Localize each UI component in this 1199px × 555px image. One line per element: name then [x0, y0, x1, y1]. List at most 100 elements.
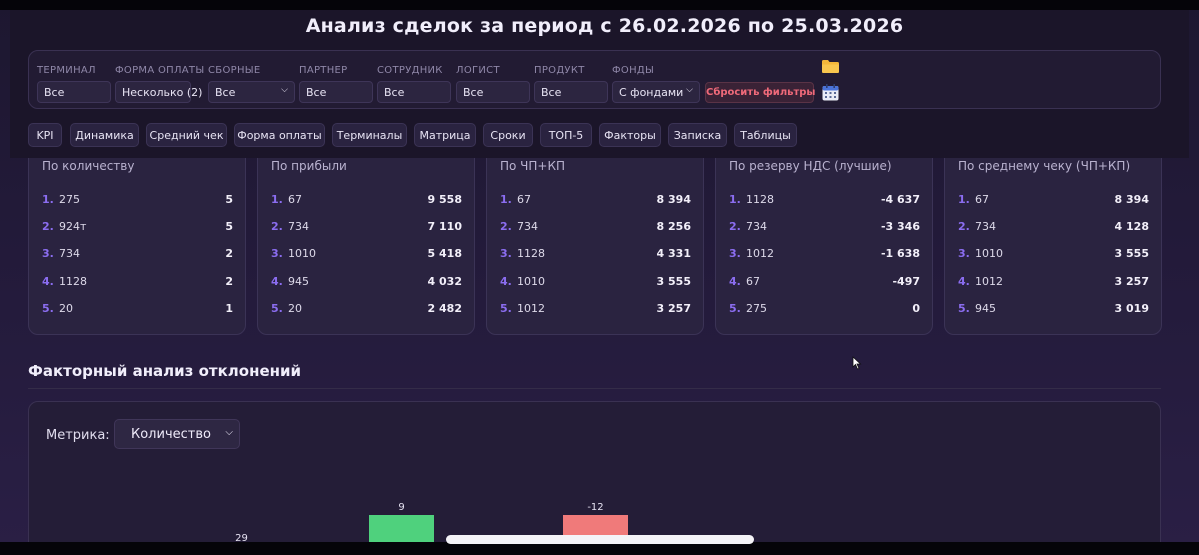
item-name: 1012: [517, 302, 545, 315]
calendar-icon[interactable]: [822, 84, 839, 101]
list-item: 4. 1010 3 555: [500, 275, 691, 289]
tab-average-check[interactable]: Средний чек: [146, 123, 227, 147]
select-value: С фондами: [619, 86, 684, 99]
item-value: -1 638: [880, 247, 920, 260]
item-name: 1128: [517, 247, 545, 260]
payment-form-input[interactable]: Несколько (2): [115, 81, 202, 103]
list-item: 2. 734 7 110: [271, 220, 462, 234]
list-item: 4. 1128 2: [42, 275, 233, 289]
filter-grouped: СБОРНЫЕ Все ⌵: [208, 65, 295, 103]
item-value: 3 019: [1114, 302, 1149, 315]
rank: 2.: [729, 220, 741, 233]
tab-dynamics[interactable]: Динамика: [70, 123, 139, 147]
tab-top5[interactable]: ТОП-5: [540, 123, 592, 147]
list-item: 4. 945 4 032: [271, 275, 462, 289]
item-value: 4 331: [656, 247, 691, 260]
rank: 3.: [958, 247, 970, 260]
folder-icon[interactable]: [822, 60, 839, 73]
rank: 5.: [729, 302, 741, 315]
item-value: 3 257: [1114, 275, 1149, 288]
item-name: 67: [746, 275, 760, 288]
filter-funds: ФОНДЫ С фондами ⌵: [612, 65, 700, 103]
list-item: 2. 924т 5: [42, 220, 233, 234]
item-value: -4 637: [880, 193, 920, 206]
item-name: 67: [517, 193, 531, 206]
item-value: 2 482: [427, 302, 462, 315]
item-value: 3 555: [656, 275, 691, 288]
tab-kpi[interactable]: KPI: [28, 123, 62, 147]
grouped-select[interactable]: Все ⌵: [208, 81, 295, 103]
list-item: 1. 1128 -4 637: [729, 193, 920, 207]
mouse-cursor-icon: [852, 356, 862, 370]
item-value: -3 346: [880, 220, 920, 233]
rank: 2.: [42, 220, 54, 233]
list-item: 3. 1012 -1 638: [729, 247, 920, 261]
filter-label: ЛОГИСТ: [456, 65, 500, 76]
rank: 3.: [500, 247, 512, 260]
chart-data-label: 9: [398, 502, 404, 513]
list-item: 3. 1010 5 418: [271, 247, 462, 261]
item-name: 20: [59, 302, 73, 315]
filter-label: ФОНДЫ: [612, 65, 655, 76]
top-black-bar: [0, 0, 1199, 10]
top-card-profit: По прибыли 1. 67 9 558 2. 734 7 110 3. 1010 5 …: [257, 140, 475, 335]
list-item: 4. 67 -497: [729, 275, 920, 289]
item-name: 1128: [746, 193, 774, 206]
list-item: 5. 20 1: [42, 302, 233, 316]
item-name: 734: [288, 220, 309, 233]
employee-input[interactable]: Все: [377, 81, 451, 103]
filter-label: ПАРТНЕР: [299, 65, 348, 76]
item-value: 3 257: [656, 302, 691, 315]
tab-note[interactable]: Записка: [668, 123, 727, 147]
product-input[interactable]: Все: [534, 81, 608, 103]
rank: 4.: [958, 275, 970, 288]
filter-label: ФОРМА ОПЛАТЫ: [115, 65, 205, 76]
funds-select[interactable]: С фондами ⌵: [612, 81, 700, 103]
filter-logist: ЛОГИСТ Все: [456, 65, 530, 103]
terminal-input[interactable]: Все: [37, 81, 111, 103]
item-name: 734: [975, 220, 996, 233]
item-name: 1010: [517, 275, 545, 288]
filter-terminal: ТЕРМИНАЛ Все: [37, 65, 111, 103]
list-item: 5. 20 2 482: [271, 302, 462, 316]
item-value: 4 128: [1114, 220, 1149, 233]
filter-product: ПРОДУКТ Все: [534, 65, 608, 103]
select-value: Все: [215, 86, 236, 99]
page-title: Анализ сделок за период с 26.02.2026 по …: [305, 15, 904, 37]
item-name: 1010: [975, 247, 1003, 260]
logist-input[interactable]: Все: [456, 81, 530, 103]
tab-terminals[interactable]: Терминалы: [332, 123, 407, 147]
item-name: 734: [746, 220, 767, 233]
tab-payment-form[interactable]: Форма оплаты: [234, 123, 325, 147]
item-value: 7 110: [427, 220, 462, 233]
item-value: 8 394: [1114, 193, 1149, 206]
rank: 1.: [500, 193, 512, 206]
divider: [28, 388, 1161, 389]
reset-filters-button[interactable]: Сбросить фильтры: [705, 82, 815, 103]
item-name: 734: [59, 247, 80, 260]
item-value: 4 032: [427, 275, 462, 288]
rank: 5.: [958, 302, 970, 315]
partner-input[interactable]: Все: [299, 81, 373, 103]
top-card-quantity: По количеству 1. 275 5 2. 924т 5 3. 734 2 4. 11…: [28, 140, 246, 335]
tab-factors[interactable]: Факторы: [599, 123, 661, 147]
filter-label: СОТРУДНИК: [377, 65, 443, 76]
item-name: 945: [975, 302, 996, 315]
factor-panel: Метрика: Количество ⌵ 29 9 -12: [28, 401, 1161, 555]
rank: 4.: [271, 275, 283, 288]
list-item: 5. 275 0: [729, 302, 920, 316]
home-indicator: [446, 535, 754, 544]
list-item: 4. 1012 3 257: [958, 275, 1149, 289]
list-item: 5. 1012 3 257: [500, 302, 691, 316]
rank: 3.: [729, 247, 741, 260]
tab-tables[interactable]: Таблицы: [734, 123, 797, 147]
tab-terms[interactable]: Сроки: [483, 123, 533, 147]
list-item: 2. 734 -3 346: [729, 220, 920, 234]
item-name: 275: [59, 193, 80, 206]
tab-matrix[interactable]: Матрица: [414, 123, 476, 147]
item-name: 275: [746, 302, 767, 315]
rank: 4.: [729, 275, 741, 288]
chevron-down-icon: ⌵: [686, 85, 693, 95]
item-value: 0: [912, 302, 920, 315]
rank: 5.: [271, 302, 283, 315]
